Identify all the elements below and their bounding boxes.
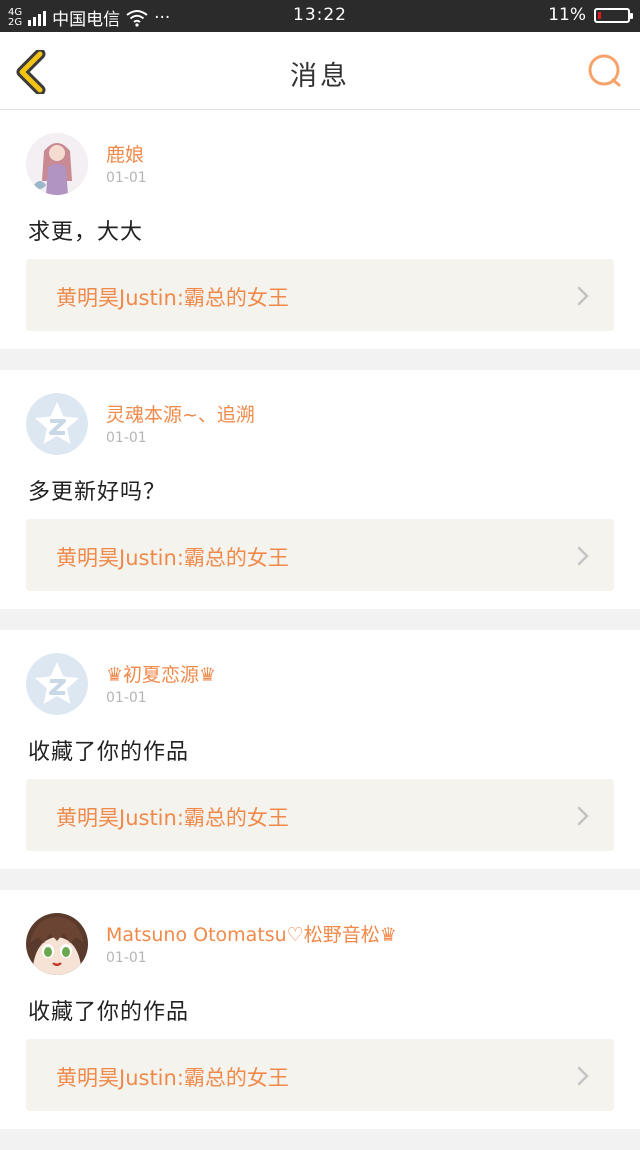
message-text: 多更新好吗？ — [28, 480, 167, 505]
message-date: 01-01 — [106, 170, 147, 186]
message-text: 收藏了你的作品 — [28, 740, 190, 765]
user-avatar[interactable] — [26, 133, 88, 195]
search-button[interactable] — [586, 52, 624, 90]
work-link[interactable]: 黄明昊Justin:霸总的女王 — [26, 1039, 614, 1111]
chevron-right-icon — [577, 286, 589, 306]
battery-fill — [598, 11, 601, 19]
chevron-right-icon — [577, 806, 589, 826]
work-link[interactable]: 黄明昊Justin:霸总的女王 — [26, 519, 614, 591]
message-list: 鹿娘 01-01 求更，大大 黄明昊Justin:霸总的女王 灵魂本源~、追溯 … — [0, 110, 640, 1150]
message-card: ♛初夏恋源♛ 01-01 收藏了你的作品 黄明昊Justin:霸总的女王 — [0, 630, 640, 869]
username[interactable]: 鹿娘 — [106, 140, 144, 167]
message-text: 收藏了你的作品 — [28, 1000, 190, 1025]
default-avatar-icon — [26, 653, 88, 715]
chevron-right-icon — [577, 546, 589, 566]
work-title: 黄明昊Justin:霸总的女王 — [56, 806, 289, 830]
message-card: Matsuno Otomatsu♡松野音松♛ 01-01 收藏了你的作品 黄明昊… — [0, 890, 640, 1129]
message-date: 01-01 — [106, 950, 147, 966]
default-avatar-icon — [26, 393, 88, 455]
message-date: 01-01 — [106, 690, 147, 706]
username[interactable]: ♛初夏恋源♛ — [106, 660, 216, 687]
user-avatar[interactable] — [26, 913, 88, 975]
page-title: 消息 — [290, 61, 350, 92]
work-title: 黄明昊Justin:霸总的女王 — [56, 286, 289, 310]
girl-avatar-icon — [26, 133, 88, 195]
user-avatar[interactable] — [26, 393, 88, 455]
search-icon — [588, 54, 621, 87]
work-title: 黄明昊Justin:霸总的女王 — [56, 1066, 289, 1090]
work-link[interactable]: 黄明昊Justin:霸总的女王 — [26, 779, 614, 851]
clock: 13:22 — [293, 5, 347, 25]
status-bar: 4G 2G 中国电信 ··· 13:22 11% — [0, 0, 640, 32]
work-link[interactable]: 黄明昊Justin:霸总的女王 — [26, 259, 614, 331]
username[interactable]: 灵魂本源~、追溯 — [106, 400, 255, 427]
battery-icon — [594, 7, 633, 23]
message-text: 求更，大大 — [28, 220, 144, 245]
chevron-right-icon — [577, 1066, 589, 1086]
message-card: 鹿娘 01-01 求更，大大 黄明昊Justin:霸总的女王 — [0, 110, 640, 349]
work-title: 黄明昊Justin:霸总的女王 — [56, 546, 289, 570]
status-right: 11% — [548, 5, 633, 25]
anime-avatar-icon — [26, 913, 88, 975]
username[interactable]: Matsuno Otomatsu♡松野音松♛ — [106, 920, 397, 947]
message-date: 01-01 — [106, 430, 147, 446]
message-card: 灵魂本源~、追溯 01-01 多更新好吗？ 黄明昊Justin:霸总的女王 — [0, 370, 640, 609]
user-avatar[interactable] — [26, 653, 88, 715]
nav-bar: 消息 — [0, 32, 640, 110]
battery-percent: 11% — [548, 5, 586, 25]
